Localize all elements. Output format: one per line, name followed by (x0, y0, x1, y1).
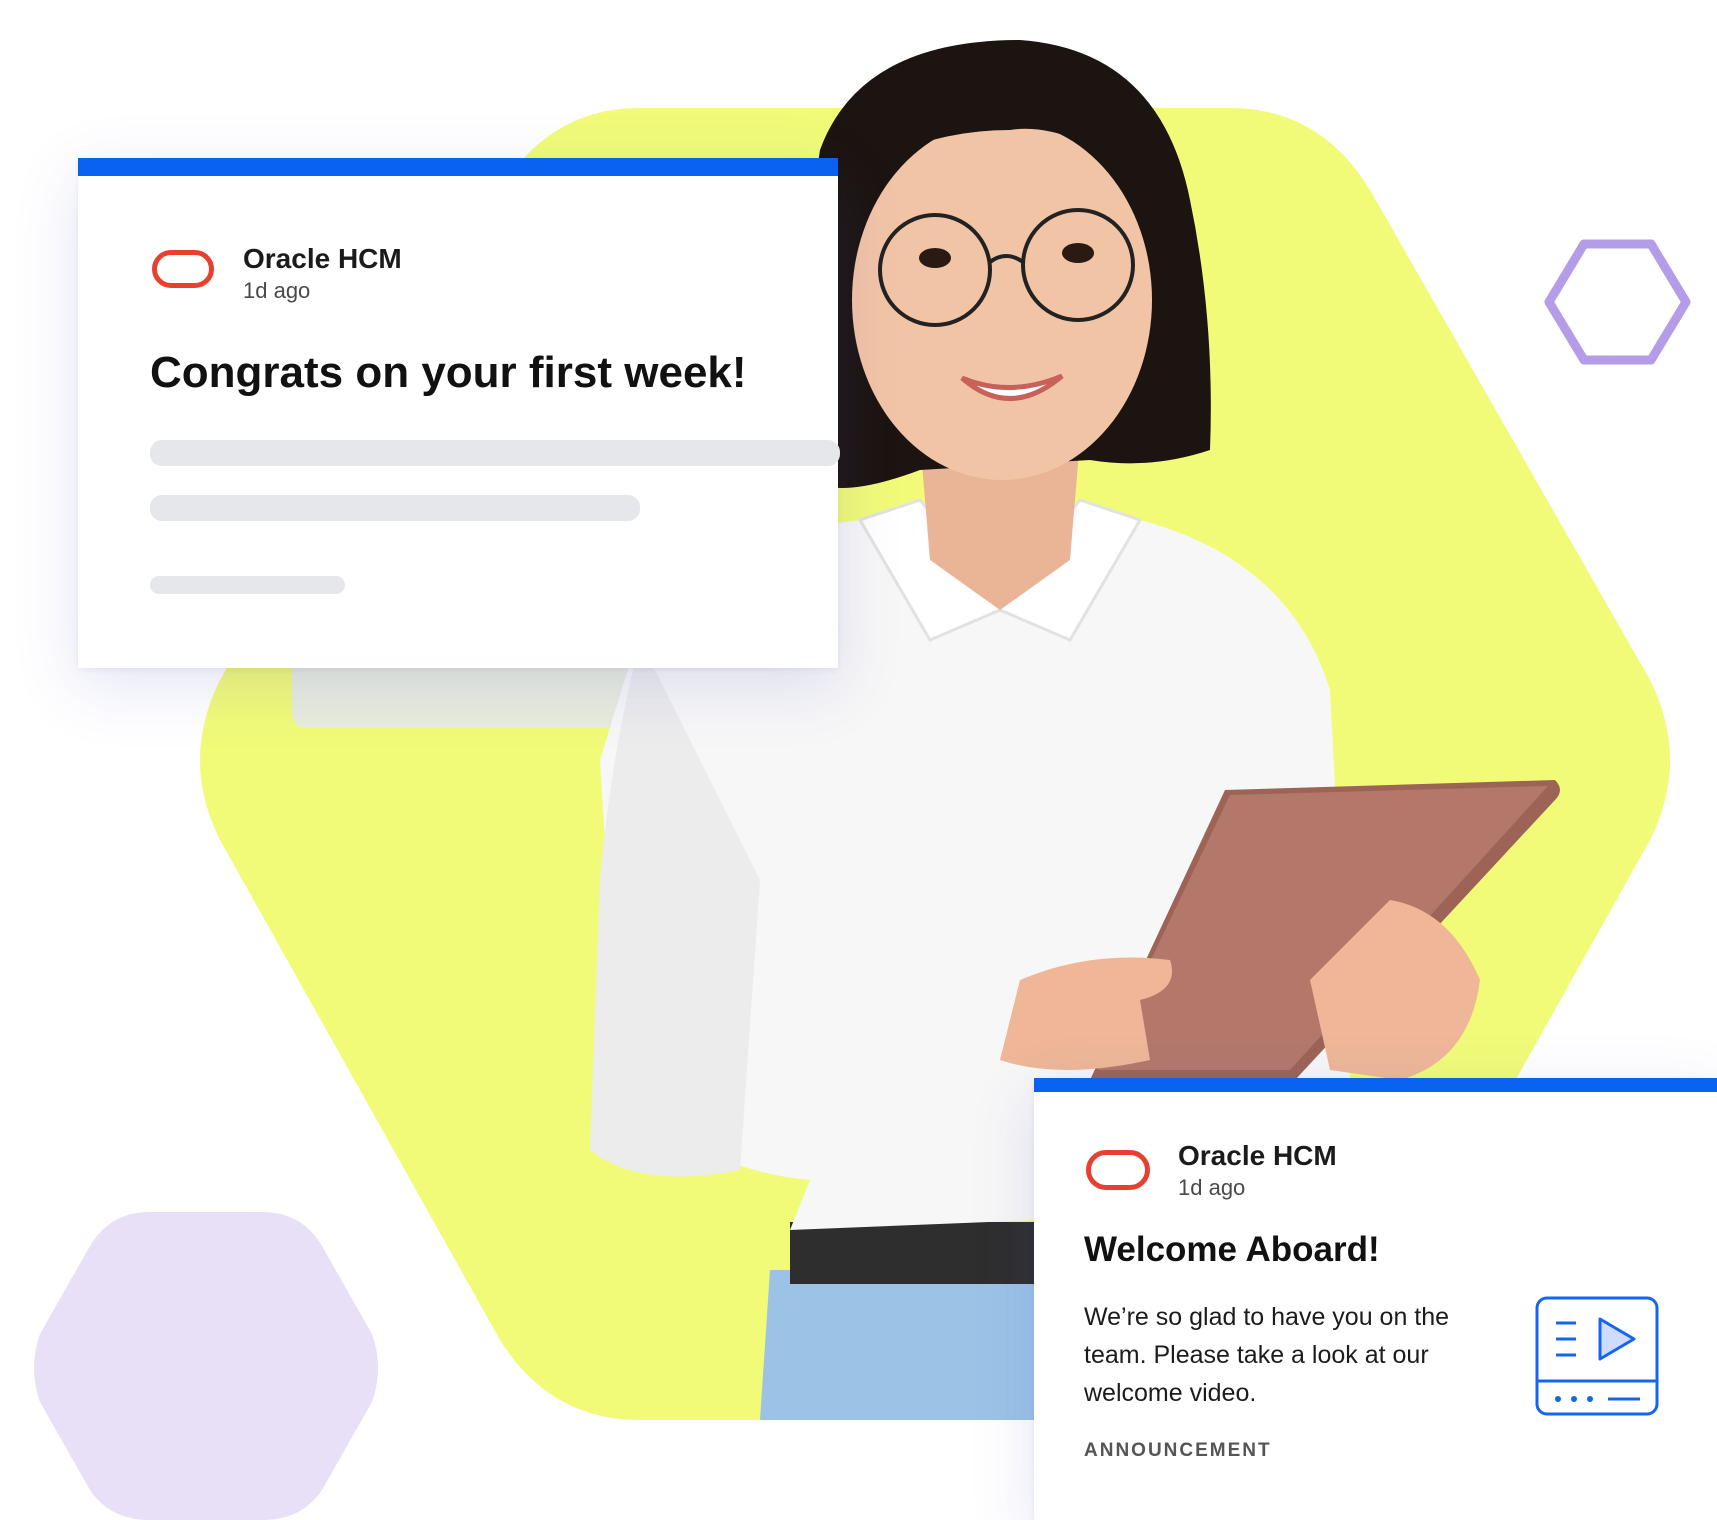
card-title: Welcome Aboard! (1084, 1230, 1380, 1269)
placeholder-line (150, 495, 640, 521)
card-accent-bar (1034, 1078, 1717, 1092)
notification-card-welcome[interactable]: Oracle HCM 1d ago Welcome Aboard! We’re … (1034, 1078, 1717, 1520)
placeholder-line (150, 440, 840, 466)
oracle-ring-icon (1086, 1150, 1150, 1190)
oracle-ring-icon (152, 250, 214, 288)
post-age: 1d ago (243, 278, 311, 303)
category-tag: ANNOUNCEMENT (1084, 1440, 1272, 1461)
card-accent-bar (78, 158, 838, 176)
placeholder-line (150, 576, 345, 594)
card-body: We’re so glad to have you on the team. P… (1084, 1303, 1450, 1407)
lavender-hexagon (34, 1212, 378, 1520)
card-title: Congrats on your first week! (150, 348, 747, 397)
post-age: 1d ago (1178, 1175, 1246, 1200)
sender-name: Oracle HCM (1178, 1140, 1337, 1171)
notification-card-congrats[interactable]: Oracle HCM 1d ago Congrats on your first… (78, 158, 840, 668)
purple-hexagon-outline (1544, 239, 1691, 365)
card-stack-plate (292, 660, 632, 728)
sender-name: Oracle HCM (243, 243, 402, 274)
video-play-icon[interactable] (1534, 1295, 1660, 1417)
